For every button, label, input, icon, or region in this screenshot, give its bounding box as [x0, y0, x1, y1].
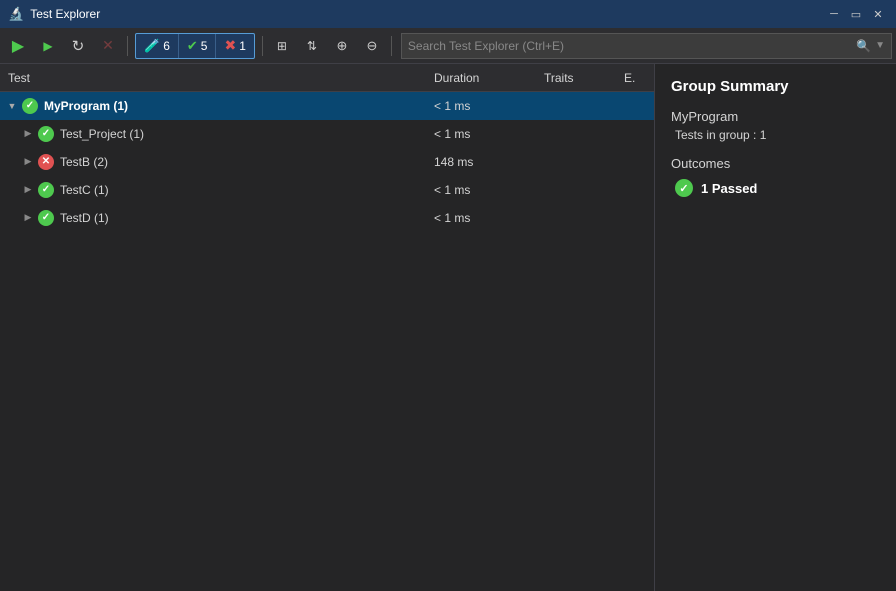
- minimize-button[interactable]: ─: [824, 5, 844, 23]
- flask-icon: 🧪: [144, 38, 160, 54]
- test-duration-test-project: < 1 ms: [434, 127, 544, 141]
- separator-1: [127, 36, 128, 56]
- tests-in-group-value: 1: [760, 128, 767, 142]
- badge-pass-count: 5: [201, 39, 208, 53]
- separator-2: [262, 36, 263, 56]
- test-duration-myprogram: < 1 ms: [434, 99, 544, 113]
- test-duration-testc: < 1 ms: [434, 183, 544, 197]
- table-row[interactable]: TestB (2) 148 ms: [0, 148, 654, 176]
- status-icon-testd: [36, 210, 56, 226]
- test-list-panel: Test Duration Traits E. MyProg: [0, 64, 655, 591]
- col-header-duration: Duration: [434, 71, 544, 85]
- window-title: Test Explorer: [30, 7, 100, 21]
- run-all-button[interactable]: ▶: [4, 32, 32, 60]
- test-name-myprogram: MyProgram (1): [40, 99, 434, 113]
- test-name-testc: TestC (1): [56, 183, 434, 197]
- badge-all-count: 6: [163, 39, 170, 53]
- badge-pass-button[interactable]: ✔ 5: [179, 34, 217, 58]
- maximize-button[interactable]: ▭: [846, 5, 866, 23]
- outcome-passed-label: 1 Passed: [701, 181, 757, 196]
- group-button[interactable]: ⊞: [268, 32, 296, 60]
- group-summary-title: Group Summary: [671, 78, 880, 95]
- expand-arrow-test-project[interactable]: [20, 128, 36, 139]
- badge-group: 🧪 6 ✔ 5 ✖ 1: [135, 33, 255, 59]
- col-header-traits: Traits: [544, 71, 624, 85]
- search-box: 🔍 ▼: [401, 33, 892, 59]
- sort-button[interactable]: ⇅: [298, 32, 326, 60]
- expand-button[interactable]: ⊕: [328, 32, 356, 60]
- title-bar-left: 🔬 Test Explorer: [8, 6, 100, 22]
- expand-arrow-myprogram[interactable]: [4, 101, 20, 111]
- badge-all-button[interactable]: 🧪 6: [136, 34, 179, 58]
- test-name-testd: TestD (1): [56, 211, 434, 225]
- col-header-e: E.: [624, 71, 654, 85]
- col-header-test: Test: [8, 71, 434, 85]
- search-icon: 🔍: [856, 39, 871, 53]
- title-bar: 🔬 Test Explorer ─ ▭ ✕: [0, 0, 896, 28]
- collapse-button[interactable]: ⊖: [358, 32, 386, 60]
- test-duration-testd: < 1 ms: [434, 211, 544, 225]
- search-input[interactable]: [408, 39, 852, 53]
- pass-icon: ✔: [187, 38, 198, 54]
- close-button[interactable]: ✕: [868, 5, 888, 23]
- status-icon-myprogram: [20, 98, 40, 114]
- pass-status-icon: [38, 210, 54, 226]
- table-row[interactable]: MyProgram (1) < 1 ms: [0, 92, 654, 120]
- pass-status-icon: [22, 98, 38, 114]
- run-button[interactable]: ▶: [34, 32, 62, 60]
- badge-fail-count: 1: [239, 39, 246, 53]
- test-name-testb: TestB (2): [56, 155, 434, 169]
- table-row[interactable]: TestC (1) < 1 ms: [0, 176, 654, 204]
- test-rows-container: MyProgram (1) < 1 ms Test_Project (1) < …: [0, 92, 654, 591]
- fail-status-icon: [38, 154, 54, 170]
- pass-status-icon: [38, 182, 54, 198]
- expand-arrow-testd[interactable]: [20, 212, 36, 223]
- fail-icon: ✖: [224, 37, 236, 54]
- chevron-down-icon[interactable]: ▼: [875, 40, 885, 51]
- cancel-button[interactable]: ✕: [94, 32, 122, 60]
- title-bar-controls: ─ ▭ ✕: [824, 5, 888, 23]
- tests-in-group-label: Tests in group :: [675, 128, 756, 142]
- gs-outcome-row: 1 Passed: [671, 179, 880, 197]
- test-duration-testb: 148 ms: [434, 155, 544, 169]
- separator-3: [391, 36, 392, 56]
- main-area: Test Duration Traits E. MyProg: [0, 64, 896, 591]
- app-icon: 🔬: [8, 6, 24, 22]
- expand-arrow-testc[interactable]: [20, 184, 36, 195]
- toolbar: ▶ ▶ ↻ ✕ 🧪 6 ✔ 5 ✖ 1 ⊞ ⇅ ⊕ ⊖ 🔍 ▼: [0, 28, 896, 64]
- expand-arrow-testb[interactable]: [20, 156, 36, 167]
- gs-tests-in-group: Tests in group : 1: [671, 128, 880, 142]
- test-name-test-project: Test_Project (1): [56, 127, 434, 141]
- status-icon-testb: [36, 154, 56, 170]
- rerun-button[interactable]: ↻: [64, 32, 92, 60]
- pass-status-icon: [38, 126, 54, 142]
- status-icon-testc: [36, 182, 56, 198]
- table-row[interactable]: TestD (1) < 1 ms: [0, 204, 654, 232]
- table-row[interactable]: Test_Project (1) < 1 ms: [0, 120, 654, 148]
- status-icon-test-project: [36, 126, 56, 142]
- outcome-pass-icon: [675, 179, 693, 197]
- column-headers: Test Duration Traits E.: [0, 64, 654, 92]
- gs-outcomes-title: Outcomes: [671, 156, 880, 171]
- group-summary-panel: Group Summary MyProgram Tests in group :…: [655, 64, 896, 591]
- gs-program-name: MyProgram: [671, 109, 880, 124]
- badge-fail-button[interactable]: ✖ 1: [216, 34, 253, 58]
